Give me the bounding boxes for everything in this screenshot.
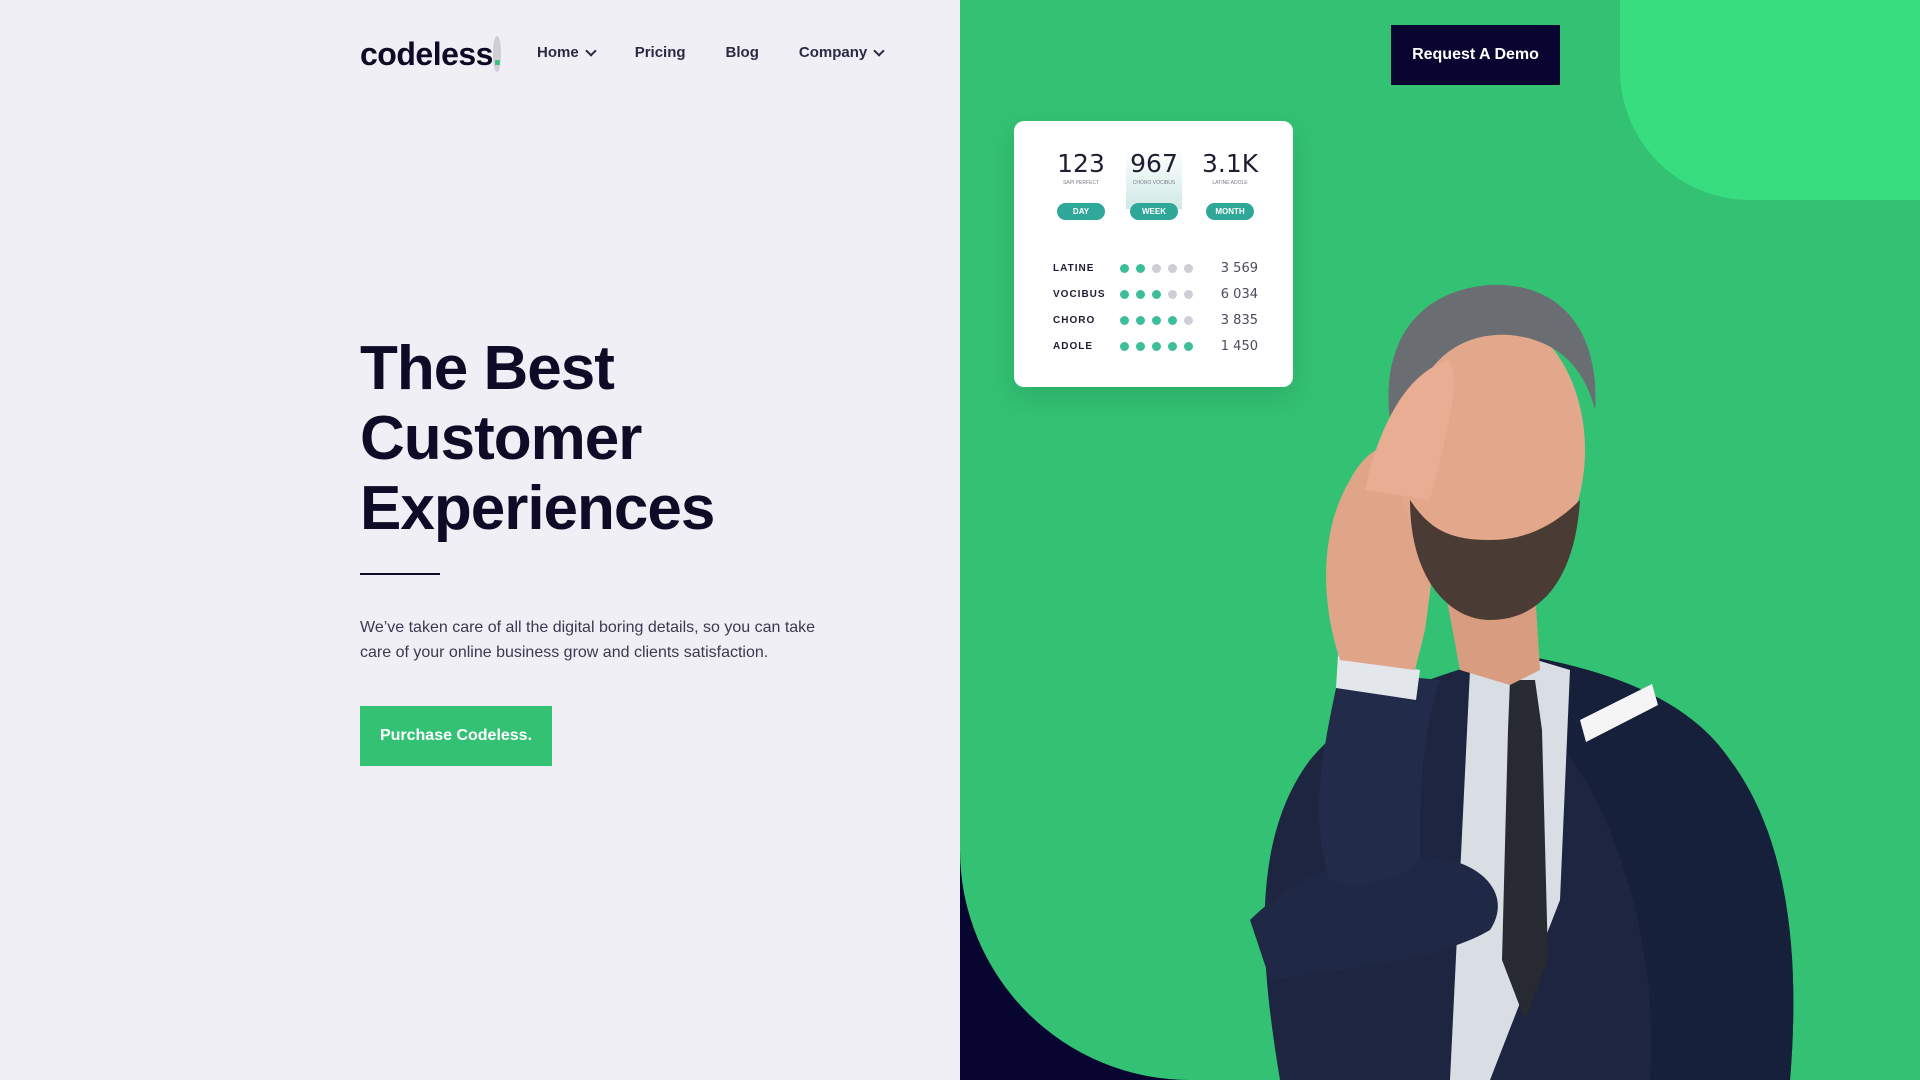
stat-row-value: 1 450 <box>1220 338 1258 354</box>
stat-row-value: 6 034 <box>1220 286 1258 302</box>
stats-card: 123 SAPI PERFECT DAY 967 CHORO VOCIBUS W… <box>1014 121 1293 387</box>
nav-item-label: Company <box>798 44 868 61</box>
rating-dots <box>1120 263 1196 273</box>
hero-title-line: Experiences <box>360 474 715 543</box>
stat-row-value: 3 835 <box>1220 312 1258 328</box>
stat-column-day: 123 SAPI PERFECT DAY <box>1053 149 1109 220</box>
stat-row: CHORO 3 835 <box>1053 312 1258 328</box>
stat-value: 967 <box>1130 149 1178 178</box>
stat-row-value: 3 569 <box>1220 260 1258 276</box>
rating-dot-filled <box>1120 289 1129 299</box>
hero-title-line: The Best <box>360 334 615 403</box>
rating-dot-filled <box>1152 289 1161 299</box>
rating-dot-filled <box>1120 263 1129 273</box>
main-nav: Home Pricing Blog Company <box>537 44 885 61</box>
rating-dot-filled <box>1168 341 1177 351</box>
request-demo-button[interactable]: Request A Demo <box>1391 25 1560 85</box>
logo-dot: . <box>492 36 502 72</box>
rating-dot-filled <box>1168 315 1177 325</box>
nav-item-label: Pricing <box>634 44 686 61</box>
nav-item-blog[interactable]: Blog <box>726 44 759 61</box>
purchase-button[interactable]: Purchase Codeless. <box>360 706 552 766</box>
stat-column-week: 967 CHORO VOCIBUS WEEK <box>1126 149 1182 220</box>
rating-dot-empty <box>1184 315 1193 325</box>
stat-value: 3.1K <box>1202 149 1259 178</box>
rating-dot-filled <box>1120 341 1129 351</box>
tab-month[interactable]: MONTH <box>1206 203 1254 220</box>
rating-dots <box>1120 341 1196 351</box>
rating-dot-filled <box>1136 289 1145 299</box>
rating-dot-filled <box>1136 341 1145 351</box>
rating-dot-filled <box>1152 341 1161 351</box>
rating-dots <box>1120 315 1196 325</box>
tab-week[interactable]: WEEK <box>1130 203 1178 220</box>
rating-dots <box>1120 289 1196 299</box>
chevron-down-icon <box>873 44 885 57</box>
hero-title-line: Customer <box>360 404 642 473</box>
stat-column-month: 3.1K LATINE ADOLE MONTH <box>1202 149 1258 220</box>
rating-dot-empty <box>1184 263 1193 273</box>
rating-dot-empty <box>1168 263 1177 273</box>
stat-row: ADOLE 1 450 <box>1053 338 1258 354</box>
stat-row: VOCIBUS 6 034 <box>1053 286 1258 302</box>
rating-dot-empty <box>1184 289 1193 299</box>
rating-dot-empty <box>1152 263 1161 273</box>
rating-dot-filled <box>1120 315 1129 325</box>
nav-item-pricing[interactable]: Pricing <box>635 44 686 61</box>
hero-description: We’ve taken care of all the digital bori… <box>360 619 816 661</box>
nav-item-home[interactable]: Home <box>537 44 597 61</box>
nav-item-label: Blog <box>725 44 759 61</box>
rating-dot-filled <box>1184 341 1193 351</box>
nav-item-company[interactable]: Company <box>798 44 885 61</box>
hero-divider <box>360 573 440 575</box>
rating-dot-filled <box>1136 315 1145 325</box>
stat-row-label: LATINE <box>1053 262 1095 274</box>
tab-day[interactable]: DAY <box>1057 203 1105 220</box>
rating-dot-empty <box>1168 289 1177 299</box>
stat-row-label: VOCIBUS <box>1053 288 1106 300</box>
stat-row: LATINE 3 569 <box>1053 260 1258 276</box>
rating-dot-filled <box>1152 315 1161 325</box>
rating-dot-filled <box>1136 263 1145 273</box>
stat-row-label: ADOLE <box>1053 340 1093 352</box>
stat-caption: CHORO VOCIBUS <box>1132 180 1176 186</box>
hero-title: The Best Customer Experiences <box>360 334 715 544</box>
chevron-down-icon <box>585 44 597 57</box>
nav-item-label: Home <box>537 44 579 61</box>
stat-caption: LATINE ADOLE <box>1212 180 1248 186</box>
logo-text: codeless <box>360 36 493 72</box>
stat-caption: SAPI PERFECT <box>1062 180 1100 186</box>
stat-row-label: CHORO <box>1053 314 1096 326</box>
stat-value: 123 <box>1057 149 1105 178</box>
logo[interactable]: codeless. <box>360 36 502 73</box>
